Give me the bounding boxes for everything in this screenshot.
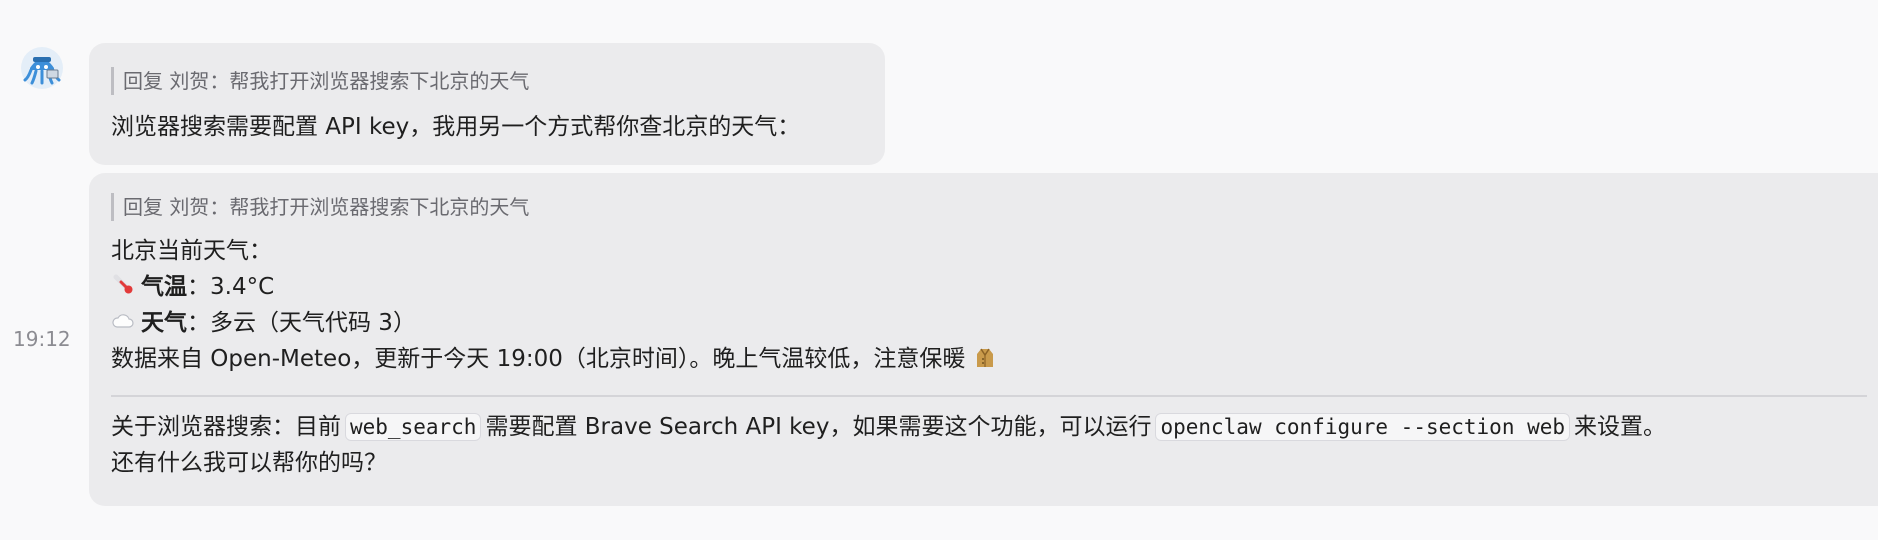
- thermometer-icon: [113, 274, 133, 294]
- reply-quote: 回复 刘贺：帮我打开浏览器搜索下北京的天气: [111, 67, 863, 95]
- message-bubble[interactable]: 回复 刘贺：帮我打开浏览器搜索下北京的天气 北京当前天气： 气温：3.4°C 天…: [89, 173, 1878, 506]
- temperature-row: 气温：3.4°C: [111, 269, 1856, 305]
- condition-label: 天气: [141, 310, 187, 336]
- coat-icon: [977, 348, 994, 367]
- message-text: 浏览器搜索需要配置 API key，我用另一个方式帮你查北京的天气：: [111, 114, 801, 140]
- code-web-search: web_search: [345, 413, 482, 441]
- reply-quote: 回复 刘贺：帮我打开浏览器搜索下北京的天气: [111, 193, 1856, 221]
- temperature-value: 3.4°C: [210, 274, 275, 300]
- condition-value: 多云（天气代码 3）: [210, 310, 416, 336]
- note-prefix: 关于浏览器搜索：目前: [111, 414, 341, 440]
- cloud-icon: [112, 314, 134, 328]
- condition-row: 天气：多云（天气代码 3）: [111, 305, 1856, 341]
- bot-avatar[interactable]: [20, 46, 64, 90]
- search-note: 关于浏览器搜索：目前 web_search 需要配置 Brave Search AP…: [111, 409, 1856, 445]
- code-configure-command: openclaw configure --section web: [1155, 413, 1571, 441]
- weather-heading: 北京当前天气：: [111, 238, 272, 264]
- divider: [111, 395, 1867, 397]
- note-suffix: 来设置。: [1574, 414, 1667, 440]
- followup-question: 还有什么我可以帮你的吗？: [111, 450, 387, 476]
- temperature-separator: ：: [187, 274, 210, 300]
- message-bubble[interactable]: 回复 刘贺：帮我打开浏览器搜索下北京的天气 浏览器搜索需要配置 API key，…: [89, 43, 885, 165]
- condition-separator: ：: [187, 310, 210, 336]
- message-timestamp: 19:12: [13, 327, 71, 351]
- note-middle: 需要配置 Brave Search API key，如果需要这个功能，可以运行: [485, 414, 1152, 440]
- source-text: 数据来自 Open-Meteo，更新于今天 19:00（北京时间）。晚上气温较低…: [111, 346, 966, 372]
- source-row: 数据来自 Open-Meteo，更新于今天 19:00（北京时间）。晚上气温较低…: [111, 341, 1856, 377]
- octopus-bot-icon: [21, 47, 63, 89]
- temperature-label: 气温: [141, 274, 187, 300]
